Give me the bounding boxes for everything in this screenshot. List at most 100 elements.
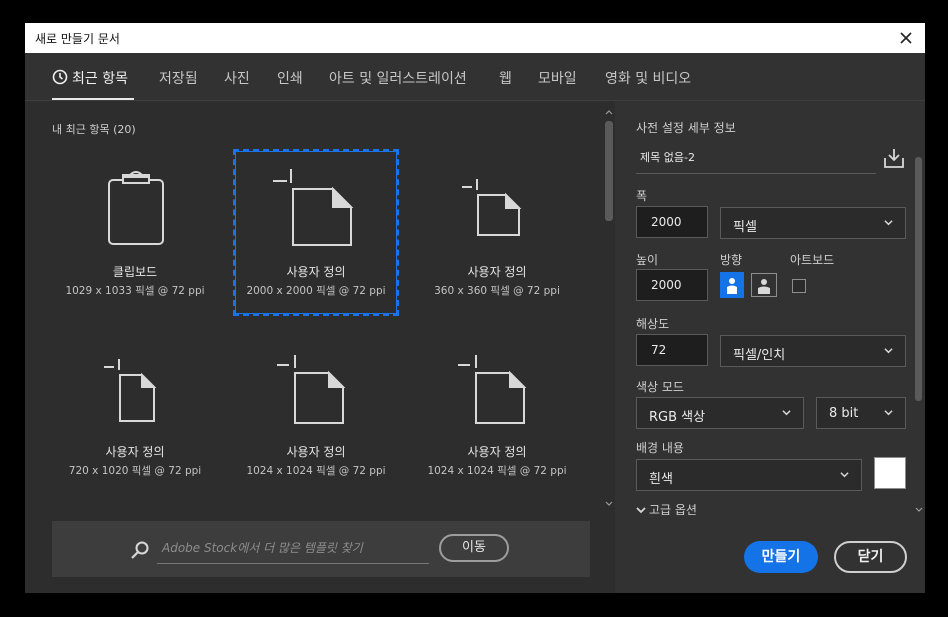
preset-card-selected[interactable]: 사용자 정의 2000 x 2000 픽셀 @ 72 ppi bbox=[233, 149, 399, 316]
background-value: 흰색 bbox=[649, 472, 673, 487]
tab-recent-label: 최근 항목 bbox=[72, 71, 128, 87]
details-scrollbar-thumb[interactable] bbox=[915, 157, 922, 401]
width-value: 2000 bbox=[651, 215, 682, 229]
chevron-up-icon bbox=[605, 110, 613, 115]
portrait-orientation-button[interactable] bbox=[720, 272, 744, 298]
tab-photo[interactable]: 사진 bbox=[224, 68, 250, 88]
background-select[interactable]: 흰색 bbox=[636, 459, 862, 491]
preset-card[interactable]: 사용자 정의 360 x 360 픽셀 @ 72 ppi bbox=[414, 149, 580, 316]
resolution-unit-value: 픽셀/인치 bbox=[733, 348, 786, 363]
tab-film-video-label: 영화 및 비디오 bbox=[605, 71, 692, 87]
custom-doc-icon bbox=[273, 169, 354, 246]
background-color-swatch[interactable] bbox=[874, 457, 906, 489]
go-button[interactable]: 이동 bbox=[439, 534, 509, 562]
width-unit-value: 픽셀 bbox=[733, 220, 757, 235]
portrait-icon bbox=[722, 274, 742, 296]
tab-art-illustration-label: 아트 및 일러스트레이션 bbox=[329, 71, 467, 87]
height-input[interactable]: 2000 bbox=[636, 269, 708, 301]
custom-doc-icon bbox=[458, 355, 527, 424]
custom-doc-icon bbox=[277, 355, 346, 424]
preset-size: 2000 x 2000 픽셀 @ 72 ppi bbox=[246, 285, 386, 297]
tab-art-illustration[interactable]: 아트 및 일러스트레이션 bbox=[329, 68, 467, 88]
save-preset-icon[interactable] bbox=[883, 147, 905, 169]
preset-name: 사용자 정의 bbox=[467, 445, 527, 459]
close-button[interactable]: 닫기 bbox=[834, 541, 907, 573]
chevron-down-icon bbox=[884, 410, 893, 416]
recent-presets-panel: 내 최근 항목 (20) 클립보드 1029 x 1033 픽셀 @ 72 pp… bbox=[25, 101, 615, 593]
tab-photo-label: 사진 bbox=[224, 71, 250, 87]
preset-card[interactable]: 클립보드 1029 x 1033 픽셀 @ 72 ppi bbox=[52, 149, 218, 316]
landscape-icon bbox=[758, 279, 770, 294]
tab-mobile[interactable]: 모바일 bbox=[538, 68, 577, 88]
search-input[interactable]: Adobe Stock에서 더 많은 템플릿 찾기 bbox=[162, 539, 363, 556]
preset-name: 클립보드 bbox=[112, 265, 158, 279]
preset-size: 1024 x 1024 픽셀 @ 72 ppi bbox=[246, 465, 386, 477]
category-tabs: 최근 항목 저장됨 사진 인쇄 아트 및 일러스트레이션 웹 모바일 영화 및 … bbox=[25, 53, 925, 101]
tab-mobile-label: 모바일 bbox=[538, 71, 577, 87]
preset-details-panel: 사전 설정 세부 정보 제목 없음-2 폭 2000 픽셀 높이 2000 방향 bbox=[616, 101, 925, 593]
color-mode-label: 색상 모드 bbox=[636, 380, 684, 394]
preset-card[interactable]: 사용자 정의 1024 x 1024 픽셀 @ 72 ppi bbox=[233, 329, 399, 496]
active-tab-indicator bbox=[52, 98, 134, 100]
tab-web-label: 웹 bbox=[499, 71, 512, 87]
artboard-checkbox[interactable] bbox=[792, 279, 806, 293]
chevron-down-icon bbox=[915, 507, 923, 512]
search-input-underline bbox=[157, 563, 429, 564]
resolution-label: 해상도 bbox=[636, 317, 670, 331]
artboard-label: 아트보드 bbox=[790, 253, 835, 267]
preset-size: 1024 x 1024 픽셀 @ 72 ppi bbox=[427, 465, 567, 477]
tab-web[interactable]: 웹 bbox=[499, 68, 512, 88]
tab-saved[interactable]: 저장됨 bbox=[159, 68, 198, 88]
preset-name: 사용자 정의 bbox=[286, 445, 346, 459]
preset-card[interactable]: 사용자 정의 1024 x 1024 픽셀 @ 72 ppi bbox=[414, 329, 580, 496]
clipboard-icon bbox=[108, 171, 164, 245]
preset-card[interactable]: 사용자 정의 720 x 1020 픽셀 @ 72 ppi bbox=[52, 329, 218, 496]
landscape-orientation-button[interactable] bbox=[751, 273, 777, 297]
resolution-input[interactable]: 72 bbox=[636, 334, 708, 366]
bit-depth-value: 8 bit bbox=[829, 406, 859, 421]
tab-saved-label: 저장됨 bbox=[159, 71, 198, 87]
tab-print-label: 인쇄 bbox=[277, 71, 303, 87]
close-icon[interactable] bbox=[893, 25, 919, 51]
bit-depth-select[interactable]: 8 bit bbox=[816, 397, 906, 429]
height-value: 2000 bbox=[651, 278, 682, 292]
color-mode-select[interactable]: RGB 색상 bbox=[636, 397, 804, 429]
resolution-unit-select[interactable]: 픽셀/인치 bbox=[720, 335, 906, 367]
chevron-down-icon bbox=[884, 348, 893, 354]
presets-scrollbar[interactable] bbox=[603, 109, 615, 509]
advanced-options-toggle[interactable]: 고급 옵션 bbox=[636, 501, 697, 518]
color-mode-value: RGB 색상 bbox=[649, 410, 706, 425]
tab-film-video[interactable]: 영화 및 비디오 bbox=[605, 68, 691, 88]
document-name-value: 제목 없음-2 bbox=[640, 151, 695, 164]
preset-name: 사용자 정의 bbox=[286, 265, 346, 279]
width-unit-select[interactable]: 픽셀 bbox=[720, 207, 906, 239]
resolution-value: 72 bbox=[651, 343, 667, 357]
custom-doc-icon bbox=[104, 359, 157, 422]
window-title: 새로 만들기 문서 bbox=[35, 32, 120, 46]
window-titlebar: 새로 만들기 문서 bbox=[25, 23, 925, 53]
details-scrollbar[interactable] bbox=[913, 153, 923, 518]
create-button[interactable]: 만들기 bbox=[744, 541, 818, 573]
search-icon[interactable] bbox=[130, 540, 150, 560]
recent-heading: 내 최근 항목 (20) bbox=[52, 123, 136, 136]
preset-size: 360 x 360 픽셀 @ 72 ppi bbox=[434, 285, 560, 297]
chevron-down-icon bbox=[605, 501, 613, 506]
orientation-label: 방향 bbox=[720, 253, 743, 267]
chevron-down-icon bbox=[840, 472, 849, 478]
presets-scrollbar-thumb[interactable] bbox=[605, 121, 613, 221]
chevron-down-icon bbox=[884, 220, 893, 226]
preset-size: 1029 x 1033 픽셀 @ 72 ppi bbox=[65, 285, 205, 297]
background-label: 배경 내용 bbox=[636, 441, 684, 455]
custom-doc-icon bbox=[462, 179, 522, 236]
stock-search-bar: Adobe Stock에서 더 많은 템플릿 찾기 이동 bbox=[52, 521, 590, 577]
clock-icon bbox=[52, 69, 68, 85]
width-input[interactable]: 2000 bbox=[636, 206, 708, 238]
width-label: 폭 bbox=[636, 189, 648, 203]
document-name-field[interactable]: 제목 없음-2 bbox=[636, 145, 876, 174]
preset-size: 720 x 1020 픽셀 @ 72 ppi bbox=[68, 465, 202, 477]
height-label: 높이 bbox=[636, 253, 659, 267]
tab-recent[interactable]: 최근 항목 bbox=[52, 68, 128, 88]
tab-print[interactable]: 인쇄 bbox=[277, 68, 303, 88]
chevron-down-icon bbox=[782, 410, 791, 416]
chevron-down-icon bbox=[636, 507, 646, 514]
